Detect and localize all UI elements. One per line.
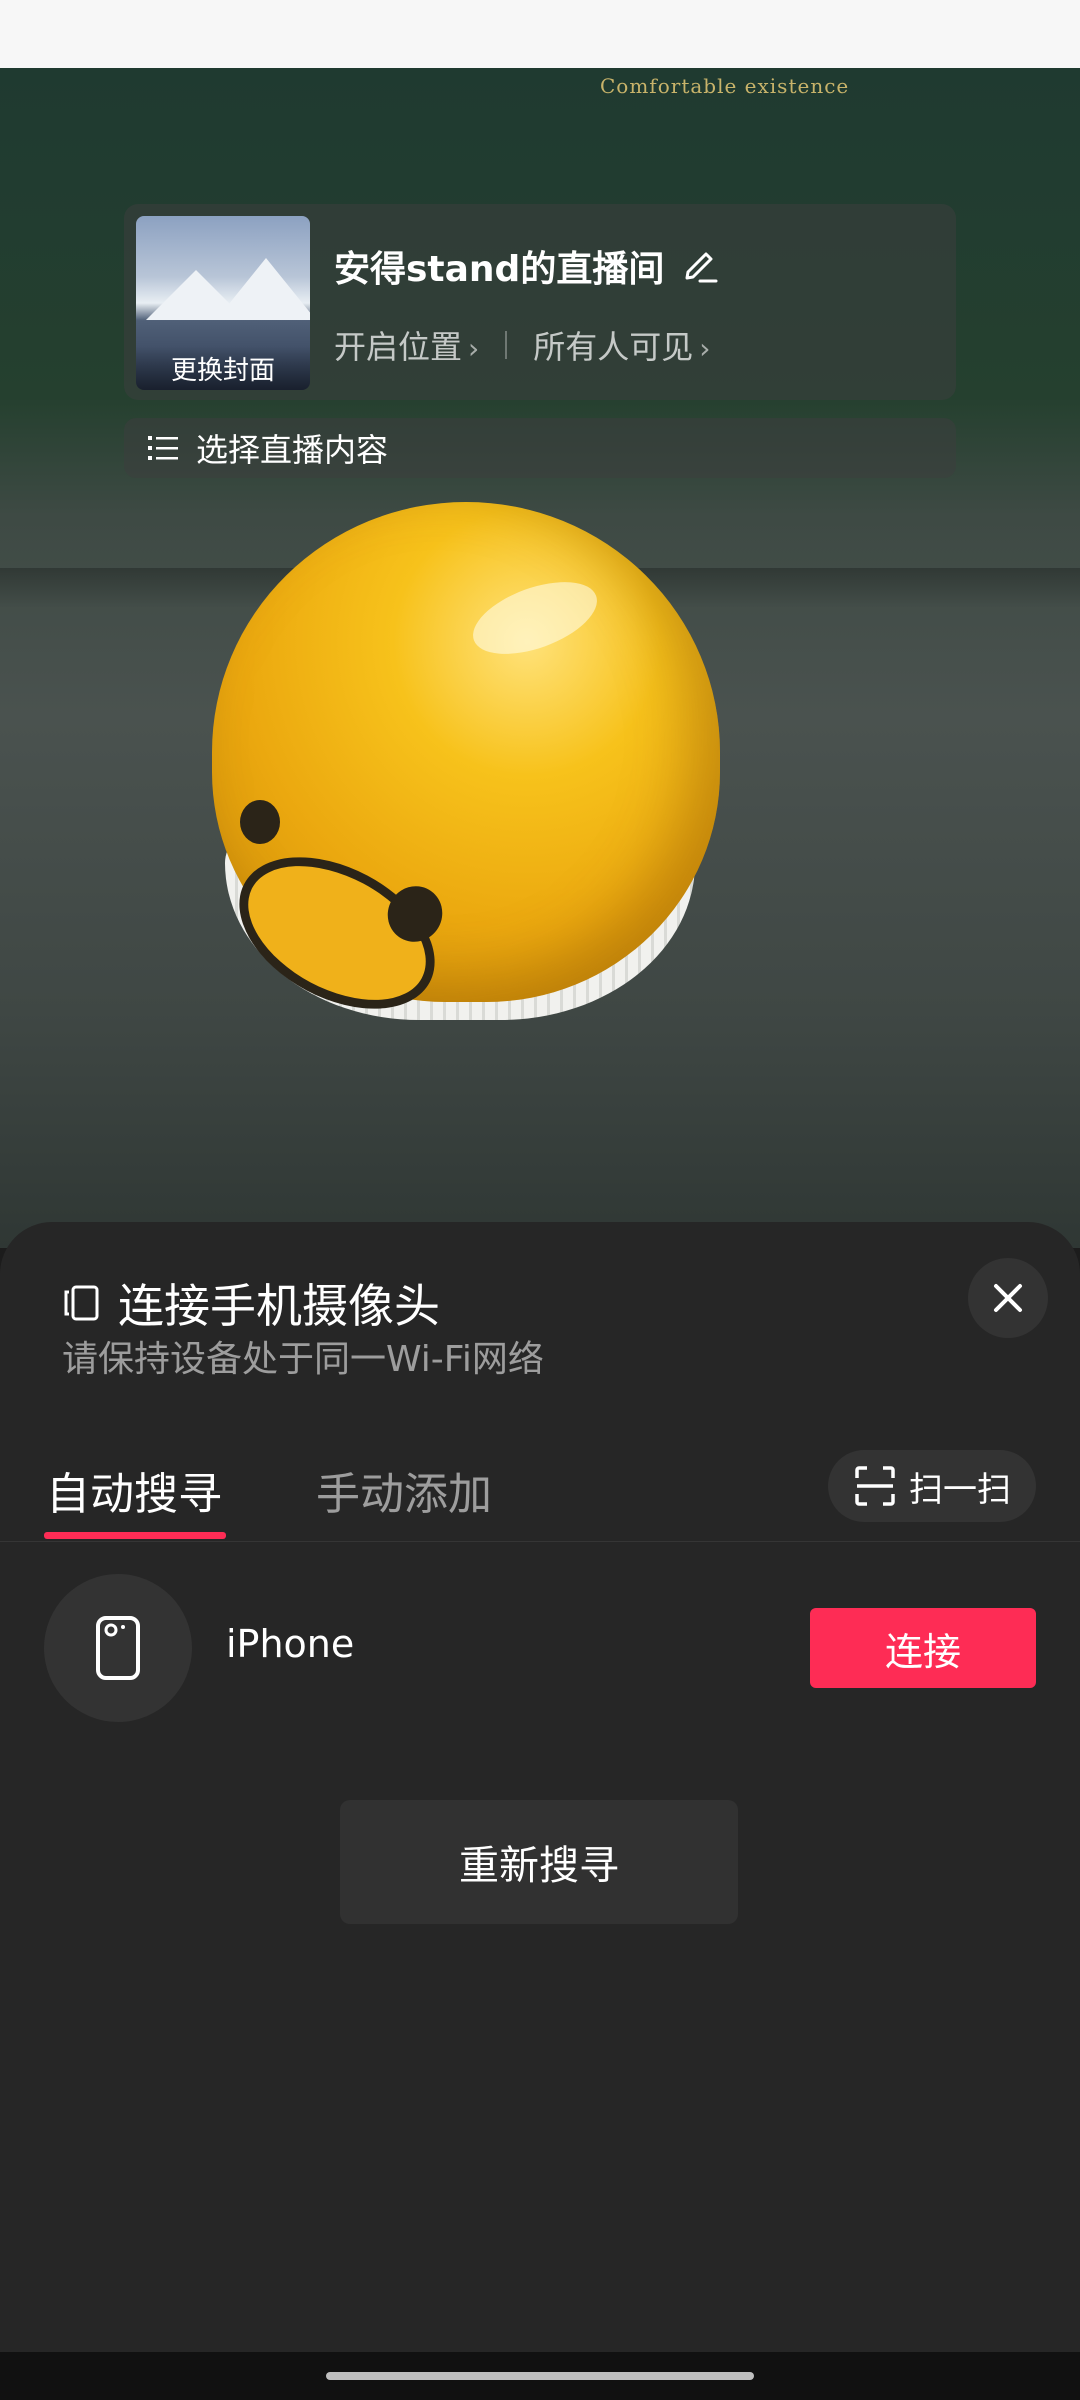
device-avatar	[44, 1574, 192, 1722]
sheet-title-text: 连接手机摄像头	[118, 1279, 440, 1333]
home-indicator[interactable]	[326, 2372, 754, 2380]
connect-camera-sheet: 连接手机摄像头 请保持设备处于同一Wi-Fi网络 自动搜寻 手动添加 扫一扫 i…	[0, 1222, 1080, 2352]
cover-thumbnail[interactable]: 更换封面	[136, 216, 310, 390]
phone-icon	[96, 1616, 140, 1680]
divider	[505, 331, 508, 359]
sheet-title: 连接手机摄像头	[62, 1270, 440, 1336]
device-list-item: iPhone 连接	[0, 1574, 1080, 1722]
chevron-right-icon: ›	[699, 332, 711, 365]
select-content-label: 选择直播内容	[196, 431, 389, 469]
meta-row: 开启位置 › 所有人可见 ›	[334, 322, 710, 368]
tab-manual-add[interactable]: 手动添加	[316, 1458, 492, 1522]
select-content-button[interactable]: 选择直播内容	[124, 418, 956, 478]
device-name: iPhone	[226, 1622, 355, 1666]
active-tab-indicator	[44, 1532, 226, 1539]
system-nav-bar	[0, 2352, 1080, 2400]
close-button[interactable]	[968, 1258, 1048, 1338]
wall-text: Comfortable existence	[600, 74, 850, 98]
connect-button[interactable]: 连接	[810, 1608, 1036, 1688]
sheet-subtitle: 请保持设备处于同一Wi-Fi网络	[62, 1339, 544, 1380]
phone-camera-icon	[64, 1285, 99, 1321]
toy-eye-left	[240, 800, 280, 844]
tab-auto-search[interactable]: 自动搜寻	[46, 1458, 222, 1522]
edit-icon[interactable]	[680, 244, 720, 284]
room-title[interactable]: 安得stand的直播间	[334, 240, 664, 292]
location-label: 开启位置	[334, 328, 463, 366]
visibility-toggle[interactable]: 所有人可见 ›	[533, 322, 710, 368]
live-room-card: 更换封面 安得stand的直播间 开启位置 › 所有人可见 ›	[124, 204, 956, 400]
scan-icon	[855, 1466, 895, 1506]
list-icon	[148, 436, 178, 460]
status-bar	[0, 0, 1080, 68]
research-button[interactable]: 重新搜寻	[340, 1800, 738, 1924]
cover-mountain	[216, 258, 310, 320]
scan-button[interactable]: 扫一扫	[828, 1450, 1036, 1522]
visibility-label: 所有人可见	[533, 328, 694, 366]
location-toggle[interactable]: 开启位置 ›	[334, 322, 479, 368]
scan-label: 扫一扫	[909, 1469, 1011, 1510]
close-icon	[994, 1284, 1022, 1312]
chevron-right-icon: ›	[468, 332, 480, 365]
change-cover-label[interactable]: 更换封面	[136, 346, 310, 390]
